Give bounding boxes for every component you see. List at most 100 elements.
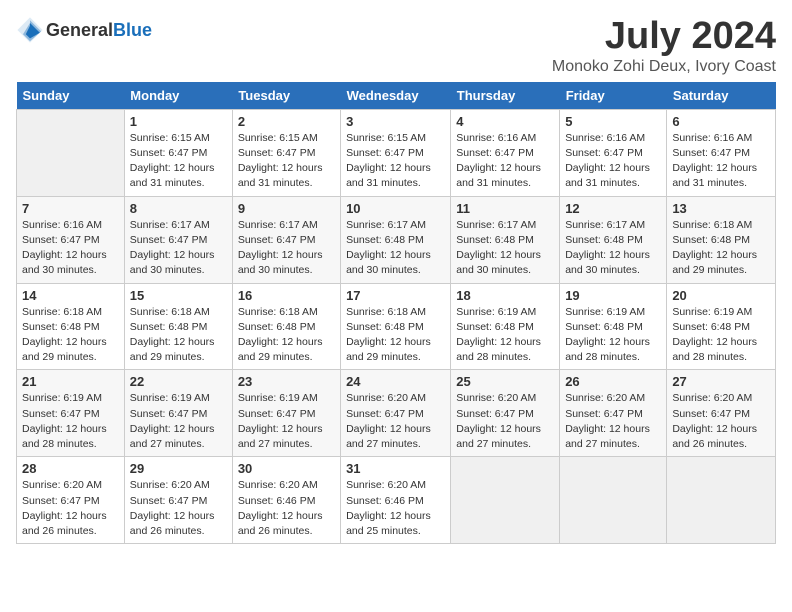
calendar-cell: 31 Sunrise: 6:20 AM Sunset: 6:46 PM Dayli… bbox=[341, 457, 451, 544]
day-number: 4 bbox=[456, 114, 554, 129]
calendar-week-row: 14 Sunrise: 6:18 AM Sunset: 6:48 PM Dayli… bbox=[17, 283, 776, 370]
logo-icon bbox=[16, 16, 44, 44]
day-number: 16 bbox=[238, 288, 335, 303]
day-number: 12 bbox=[565, 201, 661, 216]
calendar-cell bbox=[17, 109, 125, 196]
calendar-cell: 26 Sunrise: 6:20 AM Sunset: 6:47 PM Dayli… bbox=[560, 370, 667, 457]
day-number: 9 bbox=[238, 201, 335, 216]
day-number: 10 bbox=[346, 201, 445, 216]
day-info: Sunrise: 6:19 AM Sunset: 6:47 PM Dayligh… bbox=[130, 391, 227, 452]
month-title: July 2024 bbox=[552, 16, 776, 58]
page-header: GeneralBlue July 2024 Monoko Zohi Deux, … bbox=[16, 16, 776, 76]
day-info: Sunrise: 6:20 AM Sunset: 6:46 PM Dayligh… bbox=[346, 478, 445, 539]
calendar-cell bbox=[560, 457, 667, 544]
calendar-week-row: 21 Sunrise: 6:19 AM Sunset: 6:47 PM Dayli… bbox=[17, 370, 776, 457]
calendar-cell: 15Sunrise: 6:18 AM Sunset: 6:48 PM Dayli… bbox=[124, 283, 232, 370]
day-info: Sunrise: 6:19 AM Sunset: 6:47 PM Dayligh… bbox=[238, 391, 335, 452]
day-info: Sunrise: 6:19 AM Sunset: 6:48 PM Dayligh… bbox=[456, 305, 554, 366]
title-area: July 2024 Monoko Zohi Deux, Ivory Coast bbox=[552, 16, 776, 76]
calendar-cell: 19 Sunrise: 6:19 AM Sunset: 6:48 PM Dayli… bbox=[560, 283, 667, 370]
day-number: 31 bbox=[346, 461, 445, 476]
day-number: 15 bbox=[130, 288, 227, 303]
day-number: 17 bbox=[346, 288, 445, 303]
calendar-cell: 22Sunrise: 6:19 AM Sunset: 6:47 PM Dayli… bbox=[124, 370, 232, 457]
day-number: 7 bbox=[22, 201, 119, 216]
day-number: 20 bbox=[672, 288, 770, 303]
day-info: Sunrise: 6:19 AM Sunset: 6:48 PM Dayligh… bbox=[565, 305, 661, 366]
day-info: Sunrise: 6:20 AM Sunset: 6:47 PM Dayligh… bbox=[672, 391, 770, 452]
calendar-cell: 29 Sunrise: 6:20 AM Sunset: 6:47 PM Dayli… bbox=[124, 457, 232, 544]
calendar-cell: 8 Sunrise: 6:17 AM Sunset: 6:47 PM Daylig… bbox=[124, 196, 232, 283]
day-number: 3 bbox=[346, 114, 445, 129]
day-info: Sunrise: 6:17 AM Sunset: 6:47 PM Dayligh… bbox=[238, 218, 335, 279]
calendar-cell bbox=[667, 457, 776, 544]
day-info: Sunrise: 6:17 AM Sunset: 6:47 PM Dayligh… bbox=[130, 218, 227, 279]
day-info: Sunrise: 6:20 AM Sunset: 6:46 PM Dayligh… bbox=[238, 478, 335, 539]
calendar-cell: 3 Sunrise: 6:15 AM Sunset: 6:47 PM Daylig… bbox=[341, 109, 451, 196]
day-info: Sunrise: 6:16 AM Sunset: 6:47 PM Dayligh… bbox=[565, 131, 661, 192]
header-monday: Monday bbox=[124, 82, 232, 110]
day-info: Sunrise: 6:20 AM Sunset: 6:47 PM Dayligh… bbox=[22, 478, 119, 539]
day-number: 5 bbox=[565, 114, 661, 129]
day-info: Sunrise: 6:15 AM Sunset: 6:47 PM Dayligh… bbox=[346, 131, 445, 192]
day-info: Sunrise: 6:18 AM Sunset: 6:48 PM Dayligh… bbox=[346, 305, 445, 366]
calendar-cell: 12 Sunrise: 6:17 AM Sunset: 6:48 PM Dayli… bbox=[560, 196, 667, 283]
day-info: Sunrise: 6:19 AM Sunset: 6:48 PM Dayligh… bbox=[672, 305, 770, 366]
day-info: Sunrise: 6:17 AM Sunset: 6:48 PM Dayligh… bbox=[565, 218, 661, 279]
day-info: Sunrise: 6:18 AM Sunset: 6:48 PM Dayligh… bbox=[22, 305, 119, 366]
day-number: 28 bbox=[22, 461, 119, 476]
day-number: 23 bbox=[238, 374, 335, 389]
calendar-cell: 7 Sunrise: 6:16 AM Sunset: 6:47 PM Daylig… bbox=[17, 196, 125, 283]
calendar-week-row: 7 Sunrise: 6:16 AM Sunset: 6:47 PM Daylig… bbox=[17, 196, 776, 283]
day-number: 1 bbox=[130, 114, 227, 129]
calendar-cell: 2 Sunrise: 6:15 AM Sunset: 6:47 PM Daylig… bbox=[232, 109, 340, 196]
day-info: Sunrise: 6:17 AM Sunset: 6:48 PM Dayligh… bbox=[456, 218, 554, 279]
day-info: Sunrise: 6:20 AM Sunset: 6:47 PM Dayligh… bbox=[346, 391, 445, 452]
location-title: Monoko Zohi Deux, Ivory Coast bbox=[552, 58, 776, 76]
calendar-cell: 16 Sunrise: 6:18 AM Sunset: 6:48 PM Dayli… bbox=[232, 283, 340, 370]
day-info: Sunrise: 6:20 AM Sunset: 6:47 PM Dayligh… bbox=[130, 478, 227, 539]
calendar-week-row: 28 Sunrise: 6:20 AM Sunset: 6:47 PM Dayli… bbox=[17, 457, 776, 544]
day-info: Sunrise: 6:16 AM Sunset: 6:47 PM Dayligh… bbox=[672, 131, 770, 192]
header-saturday: Saturday bbox=[667, 82, 776, 110]
day-number: 11 bbox=[456, 201, 554, 216]
header-thursday: Thursday bbox=[451, 82, 560, 110]
day-info: Sunrise: 6:20 AM Sunset: 6:47 PM Dayligh… bbox=[456, 391, 554, 452]
header-friday: Friday bbox=[560, 82, 667, 110]
day-info: Sunrise: 6:16 AM Sunset: 6:47 PM Dayligh… bbox=[22, 218, 119, 279]
day-number: 30 bbox=[238, 461, 335, 476]
calendar-cell: 27Sunrise: 6:20 AM Sunset: 6:47 PM Dayli… bbox=[667, 370, 776, 457]
calendar-cell: 24 Sunrise: 6:20 AM Sunset: 6:47 PM Dayli… bbox=[341, 370, 451, 457]
day-info: Sunrise: 6:18 AM Sunset: 6:48 PM Dayligh… bbox=[238, 305, 335, 366]
day-info: Sunrise: 6:15 AM Sunset: 6:47 PM Dayligh… bbox=[238, 131, 335, 192]
day-number: 29 bbox=[130, 461, 227, 476]
calendar-cell: 1 Sunrise: 6:15 AM Sunset: 6:47 PM Daylig… bbox=[124, 109, 232, 196]
day-number: 21 bbox=[22, 374, 119, 389]
logo-general-text: General bbox=[46, 20, 113, 40]
day-number: 2 bbox=[238, 114, 335, 129]
day-number: 13 bbox=[672, 201, 770, 216]
calendar-cell: 28 Sunrise: 6:20 AM Sunset: 6:47 PM Dayli… bbox=[17, 457, 125, 544]
day-number: 24 bbox=[346, 374, 445, 389]
calendar-table: SundayMondayTuesdayWednesdayThursdayFrid… bbox=[16, 82, 776, 544]
calendar-cell: 14 Sunrise: 6:18 AM Sunset: 6:48 PM Dayli… bbox=[17, 283, 125, 370]
calendar-cell: 13Sunrise: 6:18 AM Sunset: 6:48 PM Dayli… bbox=[667, 196, 776, 283]
header-sunday: Sunday bbox=[17, 82, 125, 110]
calendar-cell: 20 Sunrise: 6:19 AM Sunset: 6:48 PM Dayli… bbox=[667, 283, 776, 370]
day-number: 18 bbox=[456, 288, 554, 303]
logo: GeneralBlue bbox=[16, 16, 152, 44]
day-number: 8 bbox=[130, 201, 227, 216]
calendar-cell: 18 Sunrise: 6:19 AM Sunset: 6:48 PM Dayli… bbox=[451, 283, 560, 370]
day-info: Sunrise: 6:15 AM Sunset: 6:47 PM Dayligh… bbox=[130, 131, 227, 192]
day-number: 25 bbox=[456, 374, 554, 389]
day-number: 14 bbox=[22, 288, 119, 303]
calendar-cell: 17 Sunrise: 6:18 AM Sunset: 6:48 PM Dayli… bbox=[341, 283, 451, 370]
calendar-cell: 23 Sunrise: 6:19 AM Sunset: 6:47 PM Dayli… bbox=[232, 370, 340, 457]
calendar-cell bbox=[451, 457, 560, 544]
day-number: 26 bbox=[565, 374, 661, 389]
calendar-cell: 5 Sunrise: 6:16 AM Sunset: 6:47 PM Daylig… bbox=[560, 109, 667, 196]
calendar-cell: 10Sunrise: 6:17 AM Sunset: 6:48 PM Dayli… bbox=[341, 196, 451, 283]
day-number: 19 bbox=[565, 288, 661, 303]
header-wednesday: Wednesday bbox=[341, 82, 451, 110]
day-info: Sunrise: 6:20 AM Sunset: 6:47 PM Dayligh… bbox=[565, 391, 661, 452]
